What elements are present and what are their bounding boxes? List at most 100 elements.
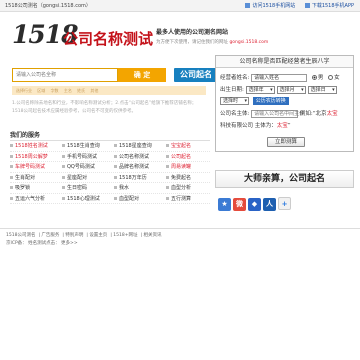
bullet-icon: [166, 165, 169, 168]
services-grid: 1518姓名测试 1518生肖查询 1518星座查询 宝宝起名 1518周公解梦 手机号码…: [10, 140, 210, 204]
service-label: 生肖配对: [15, 174, 36, 181]
mobile-site-link[interactable]: 访问1518手机网站: [245, 3, 295, 9]
service-row: 1518姓名测试 1518生肖查询 1518星座查询 宝宝起名: [10, 141, 210, 152]
filter-row: 选择行业 区域 字数 主名 姓氏 其他: [12, 86, 206, 95]
bullet-icon: [166, 186, 169, 189]
service-link[interactable]: 血型配对: [114, 194, 139, 205]
hour-select[interactable]: 选择时: [220, 97, 250, 105]
service-link[interactable]: 公司名称测试: [114, 152, 149, 163]
logo-text: 公司名称测试: [63, 30, 154, 48]
service-link[interactable]: 手机号码测试: [62, 152, 97, 163]
bullet-icon: [10, 165, 13, 168]
download-app-link[interactable]: 下载1518手机APP: [304, 3, 354, 9]
name-row: 经营者姓名: 请输入姓名 男 女: [220, 73, 340, 82]
filter-industry[interactable]: 选择行业: [16, 86, 32, 95]
tagline-line1: 最多人使用的公司测名网站: [156, 29, 229, 36]
service-link[interactable]: 周易读罐: [166, 162, 191, 173]
service-link[interactable]: 免费起名: [166, 173, 191, 184]
service-link[interactable]: 1518周公解梦: [10, 152, 48, 163]
service-link[interactable]: 吸罗锁: [10, 183, 30, 194]
confirm-button[interactable]: 确 定: [118, 68, 166, 82]
service-row: 五运六气分析 1518心理测试 血型配对 五行测算: [10, 194, 210, 205]
bullet-icon: [114, 165, 117, 168]
service-label: 1518星座查询: [119, 143, 152, 149]
service-link[interactable]: 生肖配对: [10, 173, 35, 184]
service-link[interactable]: 我水: [114, 183, 129, 194]
service-link[interactable]: 宝宝起名: [166, 141, 191, 152]
service-link[interactable]: 品牌名称测试: [114, 162, 149, 173]
more-icon[interactable]: +: [278, 197, 291, 210]
service-label: 手机号码测试: [67, 153, 98, 160]
year-select[interactable]: 选择年: [245, 86, 275, 94]
service-link[interactable]: 1518生肖查询: [62, 141, 100, 152]
service-link[interactable]: 车牌号码测试: [10, 162, 45, 173]
service-link[interactable]: 1518星座查询: [114, 141, 152, 152]
renren-icon[interactable]: 人: [263, 198, 276, 211]
footer-links: 1518公司测名 | 广告服务 | 特别声明 | 设置主页 | 1518+网址 | 相关资…: [6, 233, 162, 238]
service-label: 免费起名: [171, 174, 192, 181]
service-label: 星座配对: [67, 174, 88, 181]
footer-link[interactable]: 1518公司测名: [6, 233, 35, 238]
calendar-convert-button[interactable]: 公历农历转换: [252, 97, 289, 105]
footer-link[interactable]: 1518+网址: [113, 233, 137, 238]
service-label: 1518万年历: [119, 174, 147, 181]
filter-main[interactable]: 主名: [64, 86, 72, 95]
bullet-icon: [166, 175, 169, 179]
weibo-icon[interactable]: 微: [233, 198, 246, 211]
company-name-input[interactable]: 请输入公司名全称: [12, 68, 118, 82]
service-link[interactable]: 血型分析: [166, 183, 191, 194]
service-link[interactable]: 五运六气分析: [10, 194, 45, 205]
footer: 1518公司测名 | 广告服务 | 特别声明 | 设置主页 | 1518+网址 | 相关资…: [0, 228, 360, 251]
owner-name-input[interactable]: 请输入姓名: [251, 73, 308, 82]
service-link[interactable]: 1518万年历: [114, 173, 147, 184]
baidu-icon[interactable]: ◆: [248, 198, 261, 211]
service-link[interactable]: 生日密码: [62, 183, 87, 194]
service-label: 1518周公解梦: [15, 153, 48, 160]
service-label: 血型分析: [171, 185, 192, 191]
filter-other[interactable]: 其他: [90, 86, 98, 95]
service-link[interactable]: QQ号码测试: [62, 162, 95, 173]
footer-link[interactable]: 广告服务: [41, 233, 59, 238]
service-link[interactable]: 五行测算: [166, 194, 191, 205]
search-bar: 请输入公司名全称 确 定 公司起名: [12, 68, 218, 82]
bullet-icon: [10, 144, 13, 147]
panel-title: 公司名称是否匹配经营者生辰八字: [216, 56, 353, 68]
service-label: 生日密码: [67, 185, 88, 191]
female-radio[interactable]: [328, 75, 334, 80]
filter-region[interactable]: 区域: [37, 86, 45, 95]
filter-length[interactable]: 字数: [51, 86, 59, 95]
bullet-icon: [10, 175, 13, 179]
service-label: 车牌号码测试: [15, 164, 46, 170]
service-row: 1518周公解梦 手机号码测试 公司名称测试 公司起名: [10, 152, 210, 163]
bullet-icon: [166, 196, 169, 200]
bullet-icon: [62, 196, 65, 200]
qzone-icon[interactable]: ★: [218, 198, 231, 211]
master-naming-button[interactable]: 大师亲算，公司起名: [215, 170, 354, 188]
filter-surname[interactable]: 姓氏: [77, 86, 85, 95]
footer-link[interactable]: 特别声明: [65, 233, 83, 238]
month-select[interactable]: 选择月: [276, 86, 306, 94]
service-link[interactable]: 公司起名: [166, 152, 191, 163]
service-label: 1518生肖查询: [67, 143, 100, 149]
site-logo[interactable]: 1518 公司名称测试: [12, 20, 153, 50]
service-link[interactable]: 1518心理测试: [62, 194, 100, 205]
bullet-icon: [114, 175, 117, 179]
bullet-icon: [10, 186, 13, 189]
company-naming-button[interactable]: 公司起名: [174, 68, 218, 82]
service-label: 宝宝起名: [171, 143, 192, 149]
calculate-button[interactable]: 立即测算: [267, 137, 305, 147]
bullet-icon: [166, 144, 169, 147]
bullet-icon: [62, 175, 65, 179]
bullet-icon: [62, 154, 65, 158]
footer-link[interactable]: 相关资讯: [143, 233, 161, 238]
day-select[interactable]: 选择日: [307, 86, 337, 94]
service-label: 五行测算: [171, 195, 192, 202]
service-link[interactable]: 星座配对: [62, 173, 87, 184]
download-icon: [304, 3, 310, 8]
service-label: QQ号码测试: [67, 164, 95, 170]
company-body-input[interactable]: 请输入公司名中间主体: [251, 109, 304, 118]
footer-link[interactable]: 设置主页: [89, 233, 107, 238]
service-link[interactable]: 1518姓名测试: [10, 141, 48, 152]
bullet-icon: [62, 165, 65, 168]
male-radio[interactable]: [311, 75, 317, 80]
